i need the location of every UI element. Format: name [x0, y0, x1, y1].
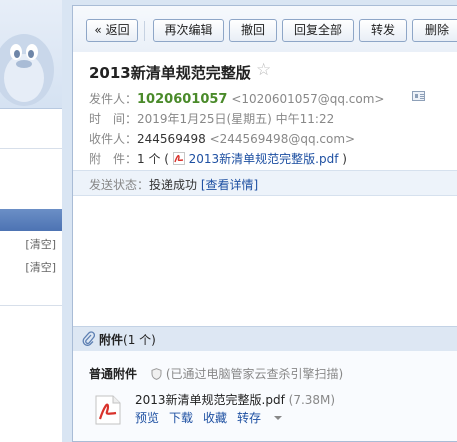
reply-all-button[interactable]: 回复全部	[282, 19, 354, 42]
mail-toolbar: « 返回 再次编辑 撤回 回复全部 转发 删除	[73, 6, 457, 52]
view-details-link[interactable]: [查看详情]	[201, 178, 258, 192]
sidebar-selected-folder[interactable]	[0, 209, 62, 231]
attachment-link[interactable]: 2013新清单规范完整版.pdf	[189, 152, 339, 166]
toolbar-separator	[144, 21, 145, 41]
delivery-status-row: 发送状态：投递成功 [查看详情]	[89, 176, 258, 193]
attachments-title-text: 附件	[99, 333, 124, 347]
sender-name[interactable]: 1020601057	[137, 92, 227, 107]
sender-address: <1020601057@qq.com>	[231, 92, 385, 106]
qq-mail-banner	[0, 0, 62, 109]
back-button[interactable]: « 返回	[86, 19, 138, 42]
attachment-file: 2013新清单规范完整版.pdf (7.38M)	[135, 391, 335, 408]
delete-button[interactable]: 删除	[412, 19, 457, 42]
sidebar-divider	[0, 148, 62, 149]
attachment-actions: 预览 下载 收藏 转存	[135, 409, 292, 426]
attachment-file-size: (7.38M)	[288, 393, 336, 407]
attachments-title: 附件(1 个)	[99, 331, 156, 348]
recipient-label: 收件人：	[89, 132, 138, 146]
attachments-list: 普通附件 (已通过电脑管家云查杀引擎扫描) 2013新清单规范完整版.pdf (…	[73, 351, 457, 441]
virus-scan-note: (已通过电脑管家云查杀引擎扫描)	[151, 365, 343, 382]
star-icon[interactable]: ☆	[256, 60, 271, 80]
recipient-row: 收件人：244569498 <244569498@qq.com>	[89, 130, 355, 147]
transfer-label: 转存	[237, 411, 262, 425]
status-label: 发送状态：	[89, 178, 150, 192]
sender-row: 发件人：1020601057 <1020601057@qq.com>	[89, 90, 425, 107]
recipient-name[interactable]: 244569498	[137, 132, 206, 146]
shield-icon	[151, 368, 162, 380]
pdf-icon	[172, 152, 185, 165]
clear-trash-link[interactable]: [清空]	[25, 236, 56, 252]
forward-button[interactable]: 转发	[359, 19, 407, 42]
transfer-link[interactable]: 转存	[237, 411, 292, 425]
attachments-header: 附件(1 个)	[73, 326, 457, 351]
time-row: 时 间：2019年1月25日(星期五) 中午11:22	[89, 110, 334, 127]
penguin-logo-icon	[0, 34, 54, 106]
recipient-address: <244569498@qq.com>	[209, 132, 356, 146]
attachment-row: 附 件：1 个 ( 2013新清单规范完整版.pdf )	[89, 150, 347, 167]
sidebar-divider	[0, 305, 62, 306]
contact-card-icon[interactable]	[412, 91, 425, 101]
recall-button[interactable]: 撤回	[229, 19, 277, 42]
status-value: 投递成功	[149, 178, 198, 192]
mail-subject: 2013新清单规范完整版	[89, 64, 251, 82]
preview-link[interactable]: 预览	[135, 411, 159, 425]
clear-spam-link[interactable]: [清空]	[25, 259, 56, 275]
edit-again-button[interactable]: 再次编辑	[153, 19, 224, 42]
attachment-type-label: 普通附件	[89, 367, 138, 381]
attachment-file-name[interactable]: 2013新清单规范完整版.pdf	[135, 393, 285, 407]
download-link[interactable]: 下载	[169, 411, 193, 425]
mail-header: 2013新清单规范完整版 ☆ 发件人：1020601057 <102060105…	[73, 52, 457, 170]
time-label: 时 间：	[89, 112, 138, 126]
delivery-status-bar: 发送状态：投递成功 [查看详情]	[73, 170, 457, 196]
attachment-count: 1 个 (	[137, 152, 169, 166]
attachment-label: 附 件：	[89, 152, 138, 166]
mail-reader: « 返回 再次编辑 撤回 回复全部 转发 删除 2013新清单规范完整版 ☆ 发…	[72, 5, 457, 442]
chevron-down-icon	[274, 416, 283, 420]
paperclip-icon	[82, 331, 95, 346]
panel-splitter[interactable]	[62, 0, 72, 442]
sender-label: 发件人：	[89, 92, 138, 106]
attachments-count: (1 个)	[123, 333, 156, 347]
left-sidebar: [清空] [清空]	[0, 0, 62, 442]
attachment-close-paren: )	[342, 152, 347, 166]
virus-scan-text: (已通过电脑管家云查杀引擎扫描)	[165, 367, 344, 381]
save-to-favorites-link[interactable]: 收藏	[203, 411, 227, 425]
pdf-file-icon[interactable]	[95, 395, 121, 425]
time-value: 2019年1月25日(星期五) 中午11:22	[137, 112, 335, 126]
